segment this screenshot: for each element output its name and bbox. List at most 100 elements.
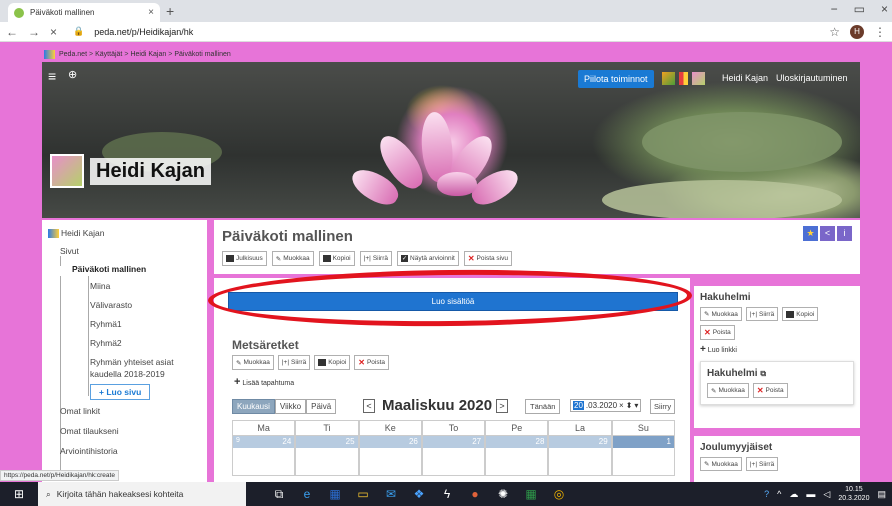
user-avatar[interactable] — [692, 72, 705, 85]
nav-item-kaudella[interactable]: kaudella 2018-2019 — [90, 369, 165, 379]
add-event-link[interactable]: + Lisää tapahtuma — [234, 376, 294, 388]
word-icon[interactable]: ▦ — [324, 483, 346, 505]
maximize-button[interactable]: ▭ — [854, 2, 865, 16]
settings-icon[interactable]: ✺ — [492, 483, 514, 505]
file-explorer-icon[interactable]: ▭ — [352, 483, 374, 505]
edit-button[interactable]: ✎ Muokkaa — [271, 251, 314, 266]
cloud-icon[interactable]: ☁ — [789, 489, 798, 500]
view-week-button[interactable]: Viikko — [274, 399, 307, 414]
excel-icon[interactable]: ▦ — [520, 483, 542, 505]
chrome-icon[interactable]: ◎ — [548, 483, 570, 505]
stop-reload-button[interactable]: × — [50, 25, 57, 39]
app-icon[interactable]: ● — [464, 483, 486, 505]
url-field[interactable]: peda.net/p/Heidikajan/hk — [94, 27, 819, 37]
calendar-day[interactable]: 26 — [358, 436, 422, 476]
nav-item-ryhma2[interactable]: Ryhmä2 — [90, 338, 122, 348]
view-month-button[interactable]: Kuukausi — [232, 399, 275, 414]
breadcrumb-item[interactable]: Käyttäjät — [95, 51, 122, 58]
joulu-edit-button[interactable]: ✎ Muokkaa — [700, 457, 742, 471]
dropbox-icon[interactable]: ❖ — [408, 483, 430, 505]
favorite-star-icon[interactable]: ★ — [803, 226, 818, 241]
dropdown-icon[interactable]: ▾ — [634, 401, 638, 410]
calendar-day[interactable]: 28 — [485, 436, 549, 476]
minimize-button[interactable]: − — [831, 2, 838, 16]
browser-tab[interactable]: Päiväkoti mallinen × — [8, 3, 160, 22]
clear-date-icon[interactable]: × — [619, 401, 624, 410]
user-name-link[interactable]: Heidi Kajan — [722, 73, 768, 83]
clock[interactable]: 10.15 20.3.2020 — [838, 485, 869, 503]
breadcrumb-item[interactable]: Peda.net — [59, 51, 87, 58]
start-button[interactable]: ⊞ — [0, 482, 38, 506]
section-copy-button[interactable]: Kopioi — [314, 355, 351, 370]
help-icon[interactable]: ? — [764, 489, 769, 499]
card-edit-button[interactable]: ✎ Muokkaa — [707, 383, 749, 398]
forward-button[interactable]: → — [28, 25, 40, 39]
site-name[interactable]: Heidi Kajan — [90, 157, 211, 185]
nav-omat-tilaukseni[interactable]: Omat tilaukseni — [60, 426, 119, 436]
info-icon[interactable]: i — [837, 226, 852, 241]
notifications-icon[interactable]: ▤ — [877, 489, 886, 500]
hakuhelmi-delete-button[interactable]: ✕ Poista — [700, 325, 735, 340]
move-button[interactable]: |+| Siirrä — [359, 251, 392, 266]
window-close-button[interactable]: × — [881, 2, 888, 16]
nav-sivut[interactable]: Sivut — [60, 246, 79, 256]
delete-page-button[interactable]: ✕ Poista sivu — [463, 251, 512, 266]
hakuhelmi-card-title[interactable]: Hakuhelmi ⧉ — [707, 368, 847, 379]
volume-icon[interactable]: ◁ — [823, 489, 830, 500]
nav-arviointihistoria[interactable]: Arviointihistoria — [60, 446, 118, 456]
logout-link[interactable]: Uloskirjautuminen — [776, 73, 848, 83]
network-icon[interactable]: ▬ — [806, 489, 815, 499]
nav-omat-linkit[interactable]: Omat linkit — [60, 406, 100, 416]
create-link-button[interactable]: + Luo linkki — [700, 344, 854, 355]
bolt-icon[interactable]: ϟ — [436, 483, 458, 505]
breadcrumb-item[interactable]: Heidi Kajan — [130, 51, 166, 58]
spinner-icon[interactable]: ⬍ — [626, 401, 633, 410]
go-button[interactable]: Siirry — [650, 399, 676, 414]
browser-menu-icon[interactable]: ⋮ — [874, 25, 886, 39]
card-delete-button[interactable]: ✕ Poista — [752, 383, 788, 398]
date-input[interactable]: 20.03.2020 × ⬍ ▾ — [570, 399, 642, 412]
create-page-button[interactable]: + Luo sivu — [90, 384, 151, 400]
prev-month-button[interactable]: < — [363, 399, 375, 413]
calendar-day[interactable]: 27 — [421, 436, 486, 476]
back-button[interactable]: ← — [6, 25, 18, 39]
hamburger-menu-icon[interactable]: ≡ — [48, 68, 62, 84]
hakuhelmi-edit-button[interactable]: ✎ Muokkaa — [700, 307, 742, 321]
calendar-day[interactable]: 1 — [611, 436, 675, 476]
mail-icon[interactable]: ✉ — [380, 483, 402, 505]
today-button[interactable]: Tänään — [525, 399, 561, 414]
publicity-button[interactable]: Julkisuus — [222, 251, 267, 266]
section-delete-button[interactable]: ✕ Poista — [354, 355, 390, 370]
nav-item-ryhma1[interactable]: Ryhmä1 — [90, 319, 122, 329]
search-icon[interactable]: ⊕ — [68, 68, 82, 82]
nav-item-valivarasto[interactable]: Välivarasto — [90, 300, 132, 310]
nav-current-page[interactable]: Päiväkoti mallinen — [72, 264, 146, 274]
task-view-icon[interactable]: ⧉ — [268, 483, 290, 505]
breadcrumb-item[interactable]: Päiväkoti mallinen — [174, 51, 230, 58]
section-edit-button[interactable]: ✎ Muokkaa — [232, 355, 274, 370]
flag-icon[interactable] — [679, 72, 688, 85]
tab-close-icon[interactable]: × — [148, 7, 154, 18]
hakuhelmi-copy-button[interactable]: Kopioi — [782, 307, 819, 321]
bookmark-star-icon[interactable]: ☆ — [829, 25, 840, 39]
calendar-day[interactable]: 25 — [295, 436, 359, 476]
nav-root[interactable]: Heidi Kajan — [48, 228, 104, 239]
joulu-move-button[interactable]: |+| Siirrä — [745, 457, 779, 471]
share-icon[interactable]: < — [820, 226, 835, 241]
edge-icon[interactable]: e — [296, 483, 318, 505]
profile-avatar[interactable]: H — [850, 24, 864, 39]
calendar-day[interactable]: 29 — [548, 436, 612, 476]
nav-item-miina[interactable]: Miina — [90, 281, 110, 291]
nav-item-ryhman-asiat[interactable]: Ryhmän yhteiset asiat — [90, 357, 174, 367]
calendar-day[interactable]: 9 24 — [232, 436, 296, 476]
copy-button[interactable]: Kopioi — [318, 251, 355, 266]
new-tab-button[interactable]: + — [166, 3, 174, 19]
hakuhelmi-move-button[interactable]: |+| Siirrä — [745, 307, 779, 321]
next-month-button[interactable]: > — [496, 399, 508, 413]
taskbar-search[interactable]: ⌕ Kirjoita tähän hakeaksesi kohteita — [38, 482, 246, 506]
peda-tree-icon[interactable] — [662, 72, 675, 85]
tray-expand-icon[interactable]: ^ — [777, 489, 781, 499]
show-assessments-button[interactable]: ✓ Näytä arvioinnit — [397, 251, 459, 266]
section-move-button[interactable]: |+| Siirrä — [277, 355, 311, 370]
view-day-button[interactable]: Päivä — [306, 399, 337, 414]
